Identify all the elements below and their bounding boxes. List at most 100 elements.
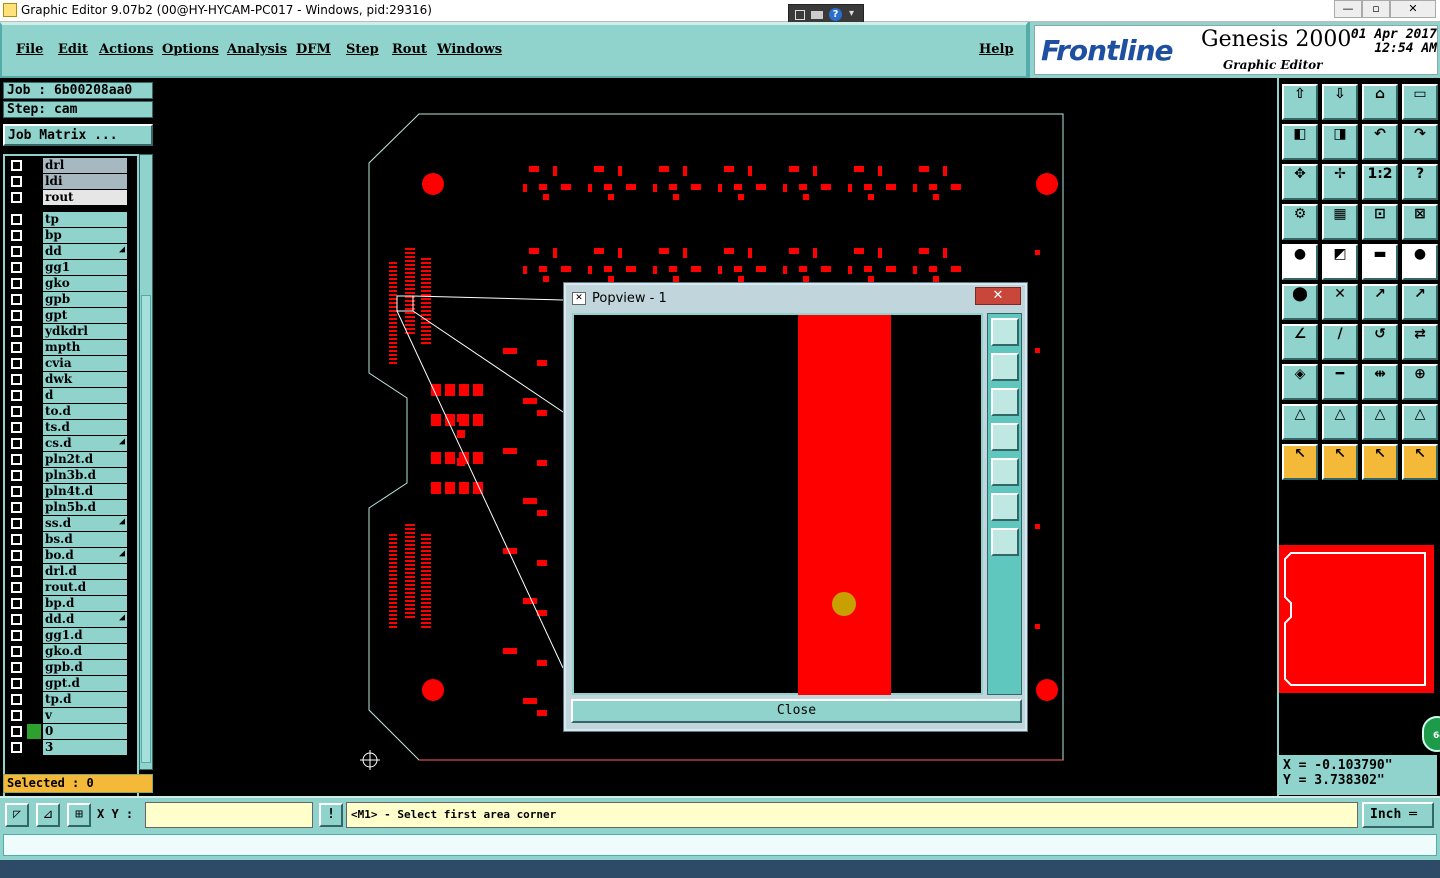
menu-file[interactable]: File [16,42,43,57]
layer-checkbox[interactable] [11,726,22,737]
pointer-icon[interactable]: ↖ [1282,444,1318,480]
layer-row[interactable]: pln5b.d [9,500,127,515]
layer-row[interactable]: ss.d ◢ [9,516,127,531]
layer-row[interactable]: gg1.d [9,628,127,643]
layer-row[interactable]: bo.d ◢ [9,548,127,563]
layer-row[interactable]: bp [9,228,127,243]
layer-name[interactable]: pln2t.d [43,452,127,467]
layer-checkbox[interactable] [11,310,22,321]
layer-name[interactable]: drl.d [43,564,127,579]
layer-row[interactable]: 3 [9,740,127,755]
layer-row[interactable]: gpb [9,292,127,307]
pointer-rotate-icon[interactable]: ↖ [1362,444,1398,480]
layer-row[interactable]: pln2t.d [9,452,127,467]
popview-dialog[interactable]: ✕ Popview - 1 ✕ Close [563,282,1028,732]
step-up-icon[interactable]: ⇧ [1282,84,1318,120]
unit-selector[interactable]: Inch ═ [1362,802,1434,828]
layer-checkbox[interactable] [11,614,22,625]
tri-2-icon[interactable]: △ [1322,404,1358,440]
menu-edit[interactable]: Edit [58,42,88,57]
layer-name[interactable]: drl [43,158,127,173]
layer-name[interactable]: pln5b.d [43,500,127,515]
layer-checkbox[interactable] [11,422,22,433]
layer-view-icon[interactable]: ▭ [1402,84,1438,120]
settings-icon[interactable]: ⚙ [1282,204,1318,240]
layer-name[interactable]: dd [43,244,127,259]
flip-icon[interactable]: ⇄ [1402,324,1438,360]
layer-name[interactable]: 0 [43,724,127,739]
layer-row[interactable]: to.d [9,404,127,419]
layer-checkbox[interactable] [11,262,22,273]
layer-name[interactable]: tp [43,212,127,227]
layer-name[interactable]: v [43,708,127,723]
alert-icon[interactable]: ! [319,803,343,827]
arc-icon[interactable]: ↺ [1362,324,1398,360]
popview-close-button[interactable]: Close [571,699,1022,723]
layer-row[interactable]: dd.d ◢ [9,612,127,627]
layer-checkbox[interactable] [11,566,22,577]
layer-row[interactable]: cs.d ◢ [9,436,127,451]
layer-name[interactable]: gko.d [43,644,127,659]
snap-icon[interactable]: ⊿ [36,803,60,827]
layer-row[interactable]: bs.d [9,532,127,547]
layer-name[interactable]: ts.d [43,420,127,435]
pad-feature-icon[interactable]: ● [1402,244,1438,280]
layer-row[interactable]: gpb.d [9,660,127,675]
measure-icon[interactable]: ◸ [5,803,29,827]
redo-icon[interactable]: ↷ [1402,124,1438,160]
connect-icon[interactable]: ⬤ [1282,284,1318,320]
popview-close-x-button[interactable]: ✕ [975,287,1021,305]
layer-row[interactable]: gg1 [9,260,127,275]
split-icon[interactable]: ━ [1322,364,1358,400]
pointer-path-icon[interactable]: ↖ [1402,444,1438,480]
clone-icon[interactable]: ⊕ [1402,364,1438,400]
draw-line-icon[interactable]: ◩ [1322,244,1358,280]
layer-row[interactable]: gko [9,276,127,291]
layer-checkbox[interactable] [11,214,22,225]
layer-name[interactable]: dwk [43,372,127,387]
layer-checkbox[interactable] [11,662,22,673]
popview-pan-up-icon[interactable] [991,353,1019,381]
layer-row[interactable]: ydkdrl [9,324,127,339]
layer-name[interactable]: pln3b.d [43,468,127,483]
layer-row[interactable]: gpt [9,308,127,323]
layer-checkbox[interactable] [11,406,22,417]
layer-row[interactable]: tp.d [9,692,127,707]
ime-grid-icon[interactable] [795,10,805,20]
layer-row[interactable]: dwk [9,372,127,387]
layer-checkbox[interactable] [11,246,22,257]
layer-checkbox[interactable] [11,486,22,497]
layer-name[interactable]: ldi [43,174,127,189]
layer-checkbox[interactable] [11,646,22,657]
layer-name[interactable]: gpt [43,308,127,323]
select-pad-icon[interactable]: ● [1282,244,1318,280]
popview-zoom-out-icon[interactable] [991,528,1019,556]
tri-3-icon[interactable]: △ [1362,404,1398,440]
network-badge[interactable]: 64 [1422,716,1440,752]
layer-checkbox[interactable] [11,502,22,513]
layer-checkbox[interactable] [11,390,22,401]
angle-icon[interactable]: ∠ [1282,324,1318,360]
layer-name[interactable]: bp [43,228,127,243]
menu-analysis[interactable]: Analysis [227,42,287,57]
help-icon[interactable]: ? [1402,164,1438,200]
home-icon[interactable]: ⌂ [1362,84,1398,120]
job-matrix-button[interactable]: Job Matrix ... [3,124,153,146]
grid-icon[interactable]: ▦ [1322,204,1358,240]
layer-row[interactable]: rout [9,190,127,205]
move-icon[interactable]: ↗ [1362,284,1398,320]
layer-name[interactable]: rout [43,190,127,205]
menu-windows[interactable]: Windows [437,42,502,57]
layer-row[interactable]: gpt.d [9,676,127,691]
popview-canvas[interactable] [572,313,983,695]
layer-row[interactable]: rout.d [9,580,127,595]
layer-name[interactable]: gg1.d [43,628,127,643]
menu-rout[interactable]: Rout [392,42,427,57]
pan-right-icon[interactable]: ◨ [1322,124,1358,160]
close-button[interactable]: ✕ [1390,0,1436,18]
layer-scrollbar[interactable] [139,154,153,770]
layer-checkbox[interactable] [11,534,22,545]
restore-button[interactable]: ▫ [1362,0,1390,18]
zoom-center-icon[interactable]: ✢ [1322,164,1358,200]
layer-name[interactable]: rout.d [43,580,127,595]
